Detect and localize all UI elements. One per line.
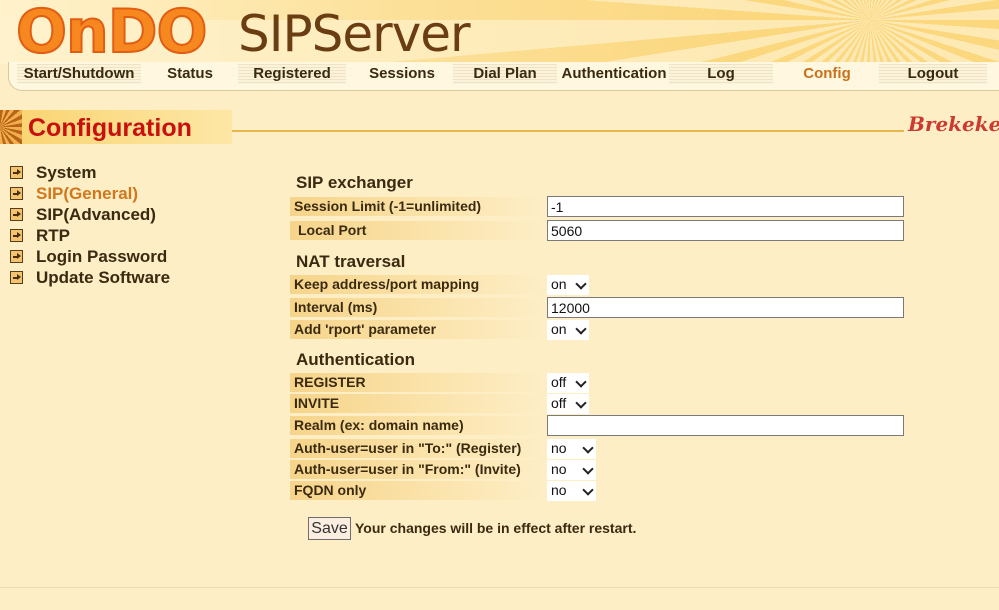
invite-select[interactable]: off bbox=[547, 394, 589, 414]
realm-input[interactable] bbox=[547, 415, 904, 436]
local-port-label: Local Port bbox=[290, 221, 544, 240]
realm-label: Realm (ex: domain name) bbox=[290, 416, 544, 435]
sidebar-item-login-password[interactable]: Login Password bbox=[10, 246, 170, 267]
keep-mapping-label: Keep address/port mapping bbox=[290, 275, 544, 294]
page-title: Configuration bbox=[28, 114, 192, 142]
auth-to-label: Auth-user=user in "To:" (Register) bbox=[290, 439, 544, 458]
arrow-right-icon bbox=[10, 187, 23, 200]
sidebar-item-label: SIP(General) bbox=[36, 184, 139, 203]
sidebar-item-label: SIP(Advanced) bbox=[36, 205, 156, 224]
chevron-down-icon bbox=[575, 323, 587, 335]
sipserver-logo: SIPServer bbox=[238, 5, 471, 63]
session-limit-input[interactable] bbox=[547, 196, 904, 217]
auth-from-label: Auth-user=user in "From:" (Invite) bbox=[290, 460, 544, 479]
fqdn-label: FQDN only bbox=[290, 481, 544, 500]
sidebar-item-label: Login Password bbox=[36, 247, 168, 266]
arrow-right-icon bbox=[10, 208, 23, 221]
sun-icon bbox=[0, 110, 22, 144]
chevron-down-icon bbox=[582, 484, 594, 496]
auth-to-select[interactable]: no bbox=[547, 439, 596, 459]
sidebar-item-sip-advanced[interactable]: SIP(Advanced) bbox=[10, 204, 170, 225]
footer-divider bbox=[0, 587, 999, 588]
nav-log[interactable]: Log bbox=[669, 64, 773, 84]
rport-value: on bbox=[551, 321, 567, 337]
main-nav: Start/Shutdown Status Registered Session… bbox=[0, 62, 999, 92]
nav-bar: Start/Shutdown Status Registered Session… bbox=[8, 62, 999, 91]
local-port-input[interactable] bbox=[547, 220, 904, 241]
brekeke-logo: Brekeke bbox=[904, 112, 999, 136]
chevron-down-icon bbox=[575, 397, 587, 409]
nav-dial-plan[interactable]: Dial Plan bbox=[453, 64, 557, 84]
keep-mapping-value: on bbox=[551, 276, 567, 292]
arrow-right-icon bbox=[10, 271, 23, 284]
rport-select[interactable]: on bbox=[547, 320, 589, 340]
header-banner: OnDO SIPServer bbox=[0, 0, 999, 64]
nav-start-shutdown[interactable]: Start/Shutdown bbox=[17, 64, 141, 84]
nav-sessions[interactable]: Sessions bbox=[353, 64, 451, 84]
nav-authentication[interactable]: Authentication bbox=[559, 64, 669, 84]
sidebar-item-update-software[interactable]: Update Software bbox=[10, 267, 170, 288]
invite-value: off bbox=[551, 395, 567, 411]
rport-label: Add 'rport' parameter bbox=[290, 320, 544, 339]
sidebar-item-rtp[interactable]: RTP bbox=[10, 225, 170, 246]
register-select[interactable]: off bbox=[547, 373, 589, 393]
register-value: off bbox=[551, 374, 567, 390]
auth-from-select[interactable]: no bbox=[547, 460, 596, 480]
section-heading-nat-traversal: NAT traversal bbox=[296, 252, 406, 271]
sidebar-item-sip-general[interactable]: SIP(General) bbox=[10, 183, 170, 204]
nav-config[interactable]: Config bbox=[775, 64, 879, 84]
arrow-right-icon bbox=[10, 250, 23, 263]
sidebar: System SIP(General) SIP(Advanced) RTP Lo… bbox=[10, 162, 170, 288]
section-heading-sip-exchanger: SIP exchanger bbox=[296, 173, 413, 192]
page-title-box: Configuration bbox=[0, 110, 232, 144]
fqdn-select[interactable]: no bbox=[547, 481, 596, 501]
sidebar-item-label: Update Software bbox=[36, 268, 171, 287]
auth-to-value: no bbox=[551, 440, 567, 456]
sidebar-item-system[interactable]: System bbox=[10, 162, 170, 183]
chevron-down-icon bbox=[582, 442, 594, 454]
save-button[interactable]: Save bbox=[308, 517, 351, 540]
keep-mapping-select[interactable]: on bbox=[547, 275, 589, 295]
fqdn-value: no bbox=[551, 482, 567, 498]
auth-from-value: no bbox=[551, 461, 567, 477]
title-divider bbox=[232, 130, 999, 132]
nav-registered[interactable]: Registered bbox=[238, 64, 346, 84]
section-heading-authentication: Authentication bbox=[296, 350, 415, 369]
nav-status[interactable]: Status bbox=[149, 64, 231, 84]
arrow-right-icon bbox=[10, 166, 23, 179]
interval-input[interactable] bbox=[547, 297, 904, 318]
sidebar-item-label: System bbox=[36, 163, 97, 182]
sidebar-item-label: RTP bbox=[36, 226, 70, 245]
invite-label: INVITE bbox=[290, 394, 544, 413]
arrow-right-icon bbox=[10, 229, 23, 242]
session-limit-label: Session Limit (-1=unlimited) bbox=[290, 197, 544, 216]
interval-label: Interval (ms) bbox=[290, 298, 544, 317]
chevron-down-icon bbox=[575, 376, 587, 388]
restart-note: Your changes will be in effect after res… bbox=[355, 520, 637, 536]
chevron-down-icon bbox=[575, 278, 587, 290]
ondo-logo: OnDO bbox=[15, 0, 209, 64]
chevron-down-icon bbox=[582, 463, 594, 475]
nav-logout[interactable]: Logout bbox=[879, 64, 987, 84]
register-label: REGISTER bbox=[290, 373, 544, 392]
